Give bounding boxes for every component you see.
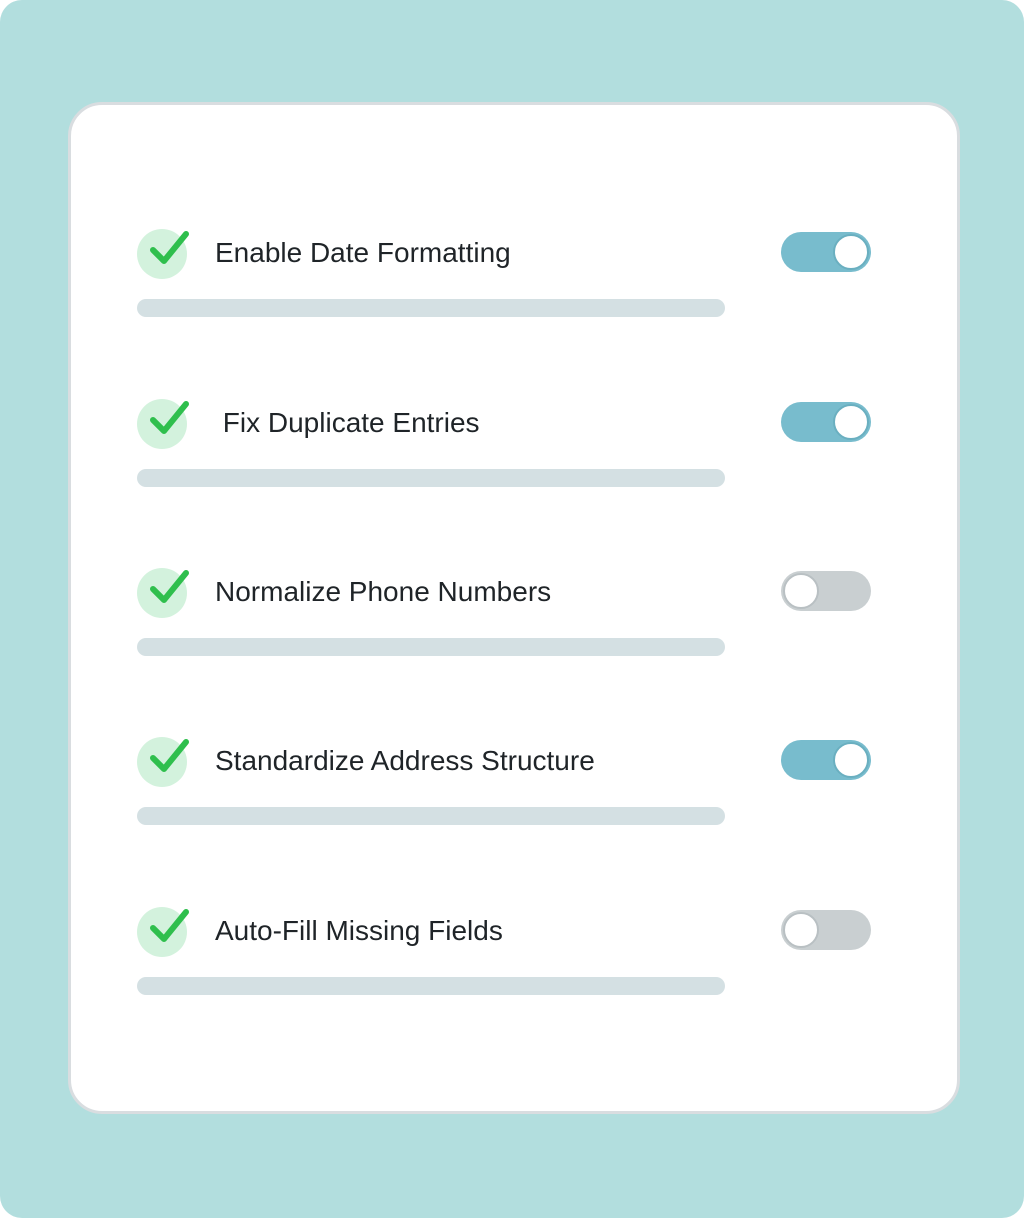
- setting-row-missing-fields: Auto-Fill Missing Fields: [137, 907, 877, 997]
- checkmark-icon: [137, 907, 189, 957]
- toggle-knob: [833, 404, 869, 440]
- toggle-switch[interactable]: [781, 740, 871, 780]
- setting-label: Standardize Address Structure: [215, 745, 595, 776]
- toggle-switch[interactable]: [781, 402, 871, 442]
- checkmark-icon: [137, 229, 189, 279]
- toggle-knob: [783, 912, 819, 948]
- placeholder-bar: [137, 807, 725, 825]
- setting-row-phone-numbers: Normalize Phone Numbers: [137, 568, 877, 658]
- placeholder-bar: [137, 638, 725, 656]
- setting-label: Enable Date Formatting: [215, 237, 511, 268]
- placeholder-bar: [137, 469, 725, 487]
- toggle-knob: [833, 234, 869, 270]
- setting-label: Normalize Phone Numbers: [215, 576, 552, 607]
- setting-row-duplicate-entries: Fix Duplicate Entries: [137, 399, 877, 489]
- toggle-knob: [783, 573, 819, 609]
- setting-row-address-structure: Standardize Address Structure: [137, 737, 877, 827]
- setting-row-date-formatting: Enable Date Formatting: [137, 229, 877, 319]
- settings-card: Enable Date Formatting Fix Duplicate Ent…: [68, 102, 960, 1114]
- toggle-switch[interactable]: [781, 910, 871, 950]
- toggle-switch[interactable]: [781, 571, 871, 611]
- toggle-knob: [833, 742, 869, 778]
- checkmark-icon: [137, 737, 189, 787]
- page-background: Enable Date Formatting Fix Duplicate Ent…: [0, 0, 1024, 1218]
- toggle-switch[interactable]: [781, 232, 871, 272]
- placeholder-bar: [137, 299, 725, 317]
- setting-label: Auto-Fill Missing Fields: [215, 915, 503, 946]
- checkmark-icon: [137, 568, 189, 618]
- setting-label: Fix Duplicate Entries: [215, 407, 480, 438]
- placeholder-bar: [137, 977, 725, 995]
- checkmark-icon: [137, 399, 189, 449]
